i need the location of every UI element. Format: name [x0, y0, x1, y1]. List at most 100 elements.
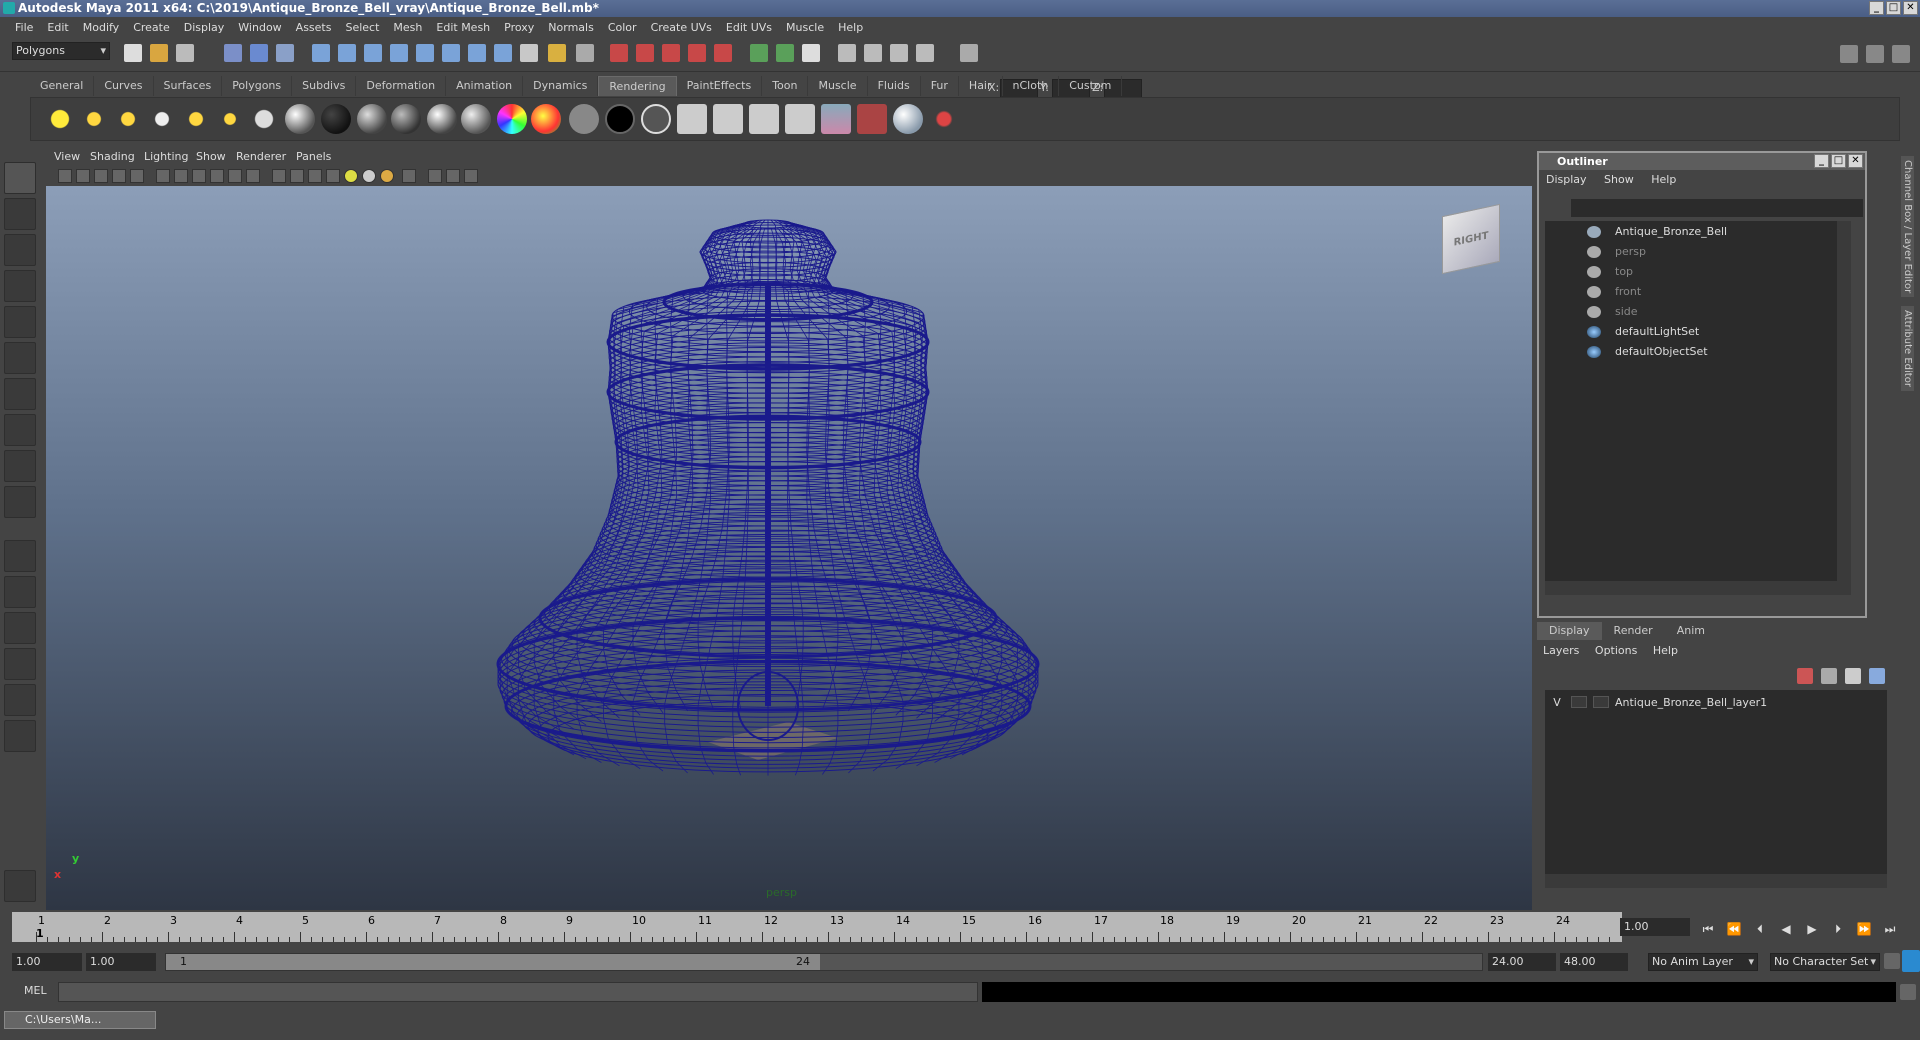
shelf-tab-rendering[interactable]: Rendering [598, 76, 677, 96]
select-hierarchy-icon[interactable] [224, 44, 242, 62]
outliner-menu-show[interactable]: Show [1597, 170, 1641, 186]
camera-attributes-icon[interactable] [76, 169, 90, 183]
menu-color[interactable]: Color [601, 21, 644, 34]
textured-icon[interactable] [326, 169, 340, 183]
viewcube[interactable]: RIGHT [1442, 203, 1500, 275]
menu-set-selector[interactable]: Polygons [12, 42, 110, 60]
shelf-tab-subdivs[interactable]: Subdivs [292, 76, 357, 96]
blinn-shader-icon[interactable] [357, 104, 387, 134]
outliner-close-button[interactable]: ✕ [1848, 154, 1863, 168]
lasso-tool-icon[interactable] [4, 198, 36, 230]
shelf-tab-dynamics[interactable]: Dynamics [523, 76, 599, 96]
shelf-tab-fur[interactable]: Fur [921, 76, 959, 96]
hypershade-persp-layout-icon[interactable] [4, 684, 36, 716]
menu-select[interactable]: Select [338, 21, 386, 34]
phong-e-shader-icon[interactable] [461, 104, 491, 134]
spot-light-icon[interactable] [147, 104, 177, 134]
layer-list[interactable]: V Antique_Bronze_Bell_layer1 [1545, 690, 1887, 888]
attribute-editor-tab[interactable]: Attribute Editor [1901, 306, 1914, 391]
maximize-button[interactable]: □ [1886, 1, 1901, 15]
input-ops-icon[interactable] [776, 44, 794, 62]
paint-select-tool-icon[interactable] [4, 234, 36, 266]
select-handle-icon[interactable] [312, 44, 330, 62]
show-manipulator-icon[interactable] [4, 450, 36, 482]
lock-selection-icon[interactable] [548, 44, 566, 62]
layer-horizontal-scrollbar[interactable] [1545, 874, 1887, 888]
shelf-tab-toon[interactable]: Toon [762, 76, 809, 96]
layered-shader-icon[interactable] [641, 104, 671, 134]
image-plane-icon[interactable] [112, 169, 126, 183]
help-icon[interactable] [520, 44, 538, 62]
highlight-selection-icon[interactable] [576, 44, 594, 62]
layer-tab-anim[interactable]: Anim [1665, 622, 1717, 640]
lambert-shader-icon[interactable] [391, 104, 421, 134]
vp-menu-lighting[interactable]: Lighting [144, 150, 188, 163]
select-deformation-icon[interactable] [416, 44, 434, 62]
output-ops-icon[interactable] [802, 44, 820, 62]
select-rendering-icon[interactable] [468, 44, 486, 62]
layer-visibility-toggle[interactable]: V [1549, 696, 1565, 709]
shelf-tab-animation[interactable]: Animation [446, 76, 524, 96]
layer-tab-render[interactable]: Render [1602, 622, 1665, 640]
range-slider-handle[interactable]: 1 24 [166, 954, 820, 970]
play-backwards-icon[interactable]: ◀ [1776, 922, 1796, 936]
outliner-item[interactable]: persp [1545, 243, 1845, 261]
use-all-lights-icon[interactable] [362, 169, 376, 183]
menu-proxy[interactable]: Proxy [497, 21, 541, 34]
current-frame-field[interactable]: 1.00 [1620, 918, 1690, 936]
wireframe-on-shaded-icon[interactable] [308, 169, 322, 183]
shelf-tab-curves[interactable]: Curves [94, 76, 154, 96]
menu-file[interactable]: File [8, 21, 40, 34]
layer-color-swatch[interactable] [1593, 696, 1609, 708]
outliner-item[interactable]: Antique_Bronze_Bell [1545, 223, 1845, 241]
layer-name[interactable]: Antique_Bronze_Bell_layer1 [1615, 696, 1767, 709]
playback-end-field[interactable]: 24.00 [1488, 953, 1556, 971]
mental-ray-icon[interactable] [893, 104, 923, 134]
four-view-layout-icon[interactable] [4, 576, 36, 608]
select-tool-icon[interactable] [4, 162, 36, 194]
bell-wireframe-mesh[interactable] [46, 186, 1532, 910]
command-input[interactable] [58, 982, 978, 1002]
vp-menu-shading[interactable]: Shading [90, 150, 135, 163]
safe-action-icon[interactable] [246, 169, 260, 183]
viewport-settings-icon[interactable] [464, 169, 478, 183]
open-scene-icon[interactable] [150, 44, 168, 62]
ambient-light-icon[interactable] [45, 104, 75, 134]
ramp-shader-icon[interactable] [497, 104, 527, 134]
use-background-icon[interactable] [605, 104, 635, 134]
minimized-window-button[interactable]: C:\Users\Ma... [4, 1011, 156, 1029]
bookmarks-icon[interactable] [94, 169, 108, 183]
animation-start-field[interactable]: 1.00 [12, 953, 82, 971]
channel-box-tab[interactable]: Channel Box / Layer Editor [1901, 156, 1914, 298]
outliner-filter-field[interactable] [1571, 199, 1863, 217]
shelf-tab-polygons[interactable]: Polygons [222, 76, 293, 96]
outliner-persp-layout-icon[interactable] [4, 612, 36, 644]
menu-normals[interactable]: Normals [541, 21, 601, 34]
move-layer-up-icon[interactable] [1797, 668, 1813, 684]
xray-icon[interactable] [428, 169, 442, 183]
layer-menu-options[interactable]: Options [1589, 640, 1643, 661]
vp-menu-renderer[interactable]: Renderer [236, 150, 286, 163]
hypershade-icon[interactable] [821, 104, 851, 134]
snap-curve-icon[interactable] [636, 44, 654, 62]
smooth-shade-icon[interactable] [290, 169, 304, 183]
step-back-frame-icon[interactable]: ⏪ [1724, 922, 1744, 936]
minimize-button[interactable]: _ [1869, 1, 1884, 15]
use-default-light-icon[interactable] [344, 169, 358, 183]
snap-view-plane-icon[interactable] [688, 44, 706, 62]
xray-joints-icon[interactable] [446, 169, 460, 183]
scale-tool-icon[interactable] [4, 342, 36, 374]
vp-menu-panels[interactable]: Panels [296, 150, 331, 163]
layer-menu-help[interactable]: Help [1647, 640, 1684, 661]
directional-light-icon[interactable] [79, 104, 109, 134]
select-object-icon[interactable] [250, 44, 268, 62]
menu-create[interactable]: Create [126, 21, 177, 34]
select-component-icon[interactable] [276, 44, 294, 62]
render-frame-icon[interactable] [864, 44, 882, 62]
outliner-item[interactable]: top [1545, 263, 1845, 281]
menu-window[interactable]: Window [231, 21, 288, 34]
outliner-menu-display[interactable]: Display [1539, 170, 1594, 186]
ipr-icon[interactable] [713, 104, 743, 134]
grid-toggle-icon[interactable] [156, 169, 170, 183]
play-forwards-icon[interactable]: ▶ [1802, 922, 1822, 936]
